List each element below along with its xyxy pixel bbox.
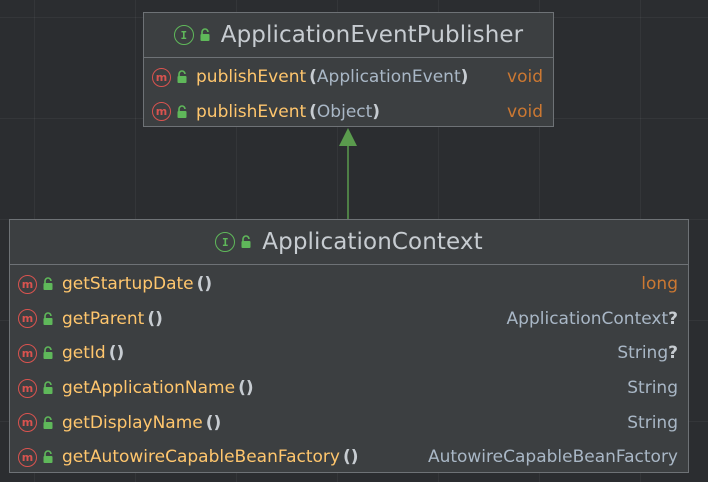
return-type: String (627, 378, 678, 399)
nullable-marker: ? (668, 308, 678, 329)
public-lock-icon (176, 105, 188, 119)
method-row[interactable]: m publishEvent (ApplicationEvent) void (144, 60, 553, 95)
return-type: long (641, 274, 678, 295)
public-lock-icon (240, 235, 252, 249)
diagram-canvas: I ApplicationEventPublisher m publishEve… (0, 0, 708, 482)
method-name: getParent (62, 308, 145, 329)
child-node-title: ApplicationContext (262, 229, 483, 255)
interface-icon: I (173, 25, 194, 45)
method-row[interactable]: m publishEvent (Object) void (144, 95, 553, 130)
nullable-marker: ? (668, 343, 678, 364)
parent-node-header: I ApplicationEventPublisher (144, 13, 553, 58)
method-row[interactable]: m getStartupDate () long (10, 267, 688, 302)
method-row[interactable]: m getApplicationName () String (10, 371, 688, 406)
child-interface-node[interactable]: I ApplicationContext m getStartupDate ()… (9, 219, 689, 473)
method-icon: m (152, 67, 171, 87)
method-name: getDisplayName (62, 412, 203, 433)
method-name: getId (62, 343, 106, 364)
public-lock-icon (42, 312, 54, 326)
child-node-header: I ApplicationContext (10, 220, 688, 265)
method-row[interactable]: m getAutowireCapableBeanFactory () Autow… (10, 440, 688, 475)
return-type: AutowireCapableBeanFactory (427, 447, 678, 468)
method-name: getStartupDate (62, 274, 194, 295)
method-row[interactable]: m getId () String? (10, 336, 688, 371)
return-type: String? (617, 343, 678, 364)
method-icon: m (152, 102, 171, 122)
public-lock-icon (176, 70, 188, 84)
method-icon: m (18, 309, 37, 329)
parent-node-title: ApplicationEventPublisher (220, 22, 524, 48)
inheritance-arrowhead (339, 128, 357, 146)
return-type: void (507, 101, 543, 122)
interface-icon: I (215, 232, 236, 252)
method-icon: m (18, 378, 37, 398)
return-type: void (507, 67, 543, 88)
method-name: getApplicationName (62, 378, 236, 399)
method-params: Object (316, 101, 373, 122)
parent-method-list: m publishEvent (ApplicationEvent) void m… (144, 58, 553, 129)
method-icon: m (18, 447, 37, 467)
return-type: ApplicationContext? (506, 308, 678, 329)
child-method-list: m getStartupDate () long m getParent () (10, 265, 688, 475)
public-lock-icon (42, 346, 54, 360)
method-row[interactable]: m getParent () ApplicationContext? (10, 302, 688, 337)
method-icon: m (18, 343, 37, 363)
method-name: publishEvent (196, 67, 307, 88)
public-lock-icon (199, 28, 211, 42)
method-icon: m (18, 274, 37, 294)
parent-interface-node[interactable]: I ApplicationEventPublisher m publishEve… (143, 12, 554, 127)
method-params: ApplicationEvent (316, 67, 461, 88)
public-lock-icon (42, 450, 54, 464)
method-row[interactable]: m getDisplayName () String (10, 405, 688, 440)
public-lock-icon (42, 415, 54, 430)
method-icon: m (18, 413, 37, 433)
public-lock-icon (42, 381, 54, 395)
public-lock-icon (42, 277, 54, 291)
method-name: getAutowireCapableBeanFactory (62, 447, 340, 468)
return-type: String (627, 412, 678, 433)
method-name: publishEvent (196, 101, 307, 122)
